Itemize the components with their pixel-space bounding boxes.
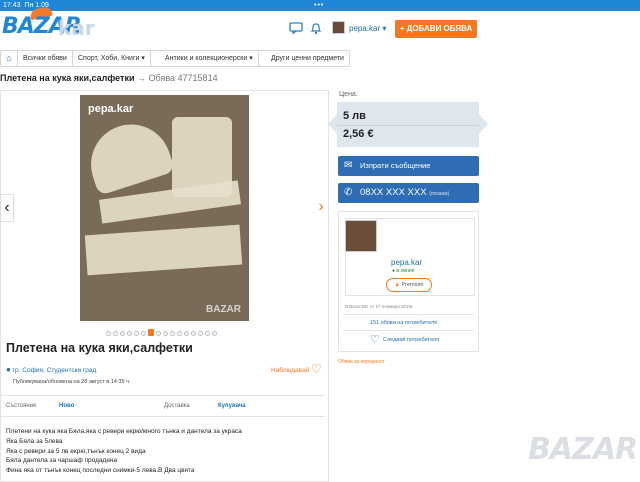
page-title: Плетена на кука яки,салфетки → Обява 477… bbox=[0, 73, 218, 83]
gallery-dot[interactable] bbox=[106, 331, 111, 336]
send-message-label: Изпрати съобщение bbox=[360, 161, 431, 170]
gallery-dot[interactable] bbox=[156, 331, 161, 336]
show-phone-button[interactable]: ✆ 08XX XXX XXX (покажи) bbox=[338, 183, 479, 203]
breadcrumb-all[interactable]: Всички обяви bbox=[18, 51, 73, 66]
prop-condition-label: Състояние bbox=[6, 403, 37, 409]
listing-id: → Обява 47715814 bbox=[137, 73, 218, 83]
gallery-dot-active[interactable] bbox=[148, 329, 154, 336]
title-text: Плетена на кука яки,салфетки bbox=[0, 73, 135, 83]
published-date: Публикувана/обновена на 28 август в 14:3… bbox=[13, 379, 131, 385]
location-text: гр. София, Студентски град bbox=[12, 367, 97, 374]
location[interactable]: ● гр. София, Студентски град bbox=[6, 365, 96, 374]
watch-link[interactable]: Наблюдавай bbox=[271, 367, 309, 374]
gallery-dot[interactable] bbox=[163, 331, 168, 336]
description-line: Фина яка от тънък конец последни снимки-… bbox=[6, 467, 195, 475]
user-avatar[interactable] bbox=[332, 21, 345, 34]
add-listing-button[interactable]: + ДОБАВИ ОБЯВА bbox=[395, 20, 477, 38]
chat-icon[interactable] bbox=[289, 22, 303, 35]
description-line: Плетени на кука яка Бяла,яка с ревери ек… bbox=[6, 428, 242, 435]
gallery-dot[interactable] bbox=[141, 331, 146, 336]
breadcrumb-valuables[interactable]: Други ценни предмети bbox=[266, 51, 349, 66]
send-message-button[interactable]: ✉ Изпрати съобщение bbox=[338, 156, 479, 176]
gallery-dot[interactable] bbox=[170, 331, 175, 336]
seller-divider bbox=[343, 314, 474, 315]
photo-watermark-logo: BAZAR bbox=[206, 304, 241, 315]
seller-name[interactable]: pepa.kar bbox=[391, 258, 422, 267]
description-line: Яка с ревери за 5 лв екрю,тънък конец 2 … bbox=[6, 447, 146, 455]
seller-ads-link[interactable]: 151 обяви на потребителя bbox=[370, 320, 437, 326]
seller-avatar[interactable] bbox=[345, 220, 377, 252]
bell-icon[interactable] bbox=[310, 22, 324, 35]
price-box: 5 лв 2,56 € bbox=[328, 102, 488, 147]
follow-heart-icon[interactable]: ♡ bbox=[370, 333, 380, 346]
breadcrumb-antiques[interactable]: Антики и колекционерски ▾ bbox=[160, 51, 259, 66]
breadcrumb: ⌂ Всички обяви Спорт, Хоби, Книги ▾ Анти… bbox=[0, 50, 350, 67]
location-pin-icon: ● bbox=[6, 365, 11, 374]
user-menu[interactable]: pepa.kar ▾ bbox=[349, 24, 386, 33]
premium-icon: ▲ bbox=[394, 282, 400, 288]
properties-row: Състояние Ново Доставка Купувача bbox=[0, 395, 325, 417]
lace-border-shape bbox=[84, 224, 243, 276]
follow-user-link[interactable]: Следвай потребителя bbox=[383, 337, 439, 343]
gallery-dot[interactable] bbox=[198, 331, 203, 336]
listing-heading: Плетена на кука яки,салфетки bbox=[6, 341, 193, 355]
gallery-dot[interactable] bbox=[134, 331, 139, 336]
premium-label: Premium bbox=[401, 282, 424, 288]
gallery-dot[interactable] bbox=[127, 331, 132, 336]
status-bar: 17:43 Пн 1.09 ••• bbox=[0, 0, 640, 11]
gallery-dot[interactable] bbox=[120, 331, 125, 336]
gallery-dot[interactable] bbox=[205, 331, 210, 336]
gallery-dot[interactable] bbox=[113, 331, 118, 336]
gallery-dots bbox=[106, 323, 219, 336]
photo-watermark-user: pepa.kar bbox=[88, 103, 134, 115]
logo-tail-text: kar bbox=[58, 16, 95, 40]
lace-collar-shape bbox=[80, 114, 176, 196]
phone-icon: ✆ bbox=[344, 187, 353, 198]
prop-delivery-label: Доставка bbox=[164, 403, 190, 409]
description: Плетени на кука яка Бяла,яка с ревери ек… bbox=[6, 427, 242, 476]
gallery-dot[interactable] bbox=[184, 331, 189, 336]
price-notch-right bbox=[479, 114, 488, 134]
price-notch-left bbox=[328, 114, 337, 134]
premium-badge: ▲ Premium bbox=[386, 278, 432, 292]
price-label: Цена: bbox=[339, 91, 358, 98]
prop-delivery-value: Купувача bbox=[218, 403, 246, 409]
bazar-watermark: BAZAR bbox=[528, 432, 638, 467]
site-logo[interactable]: BAZAR kar bbox=[0, 5, 120, 40]
description-line: Бяла дантела за чаршаф продадена bbox=[6, 457, 118, 465]
price-separator bbox=[337, 125, 479, 126]
description-line: Яка Бяла за 5лева bbox=[6, 437, 63, 445]
gallery-dot[interactable] bbox=[212, 331, 217, 336]
price-eur: 2,56 € bbox=[343, 128, 374, 140]
report-link[interactable]: Обява за нередност bbox=[338, 359, 385, 365]
home-icon[interactable]: ⌂ bbox=[1, 51, 18, 66]
envelope-icon: ✉ bbox=[344, 160, 353, 171]
status-dots: ••• bbox=[314, 2, 325, 9]
member-since: В Bazar.BG от 17 ноември 2015г. bbox=[345, 304, 414, 309]
seller-online-status: ● в линия bbox=[392, 268, 415, 274]
phone-number: 08XX XXX XXX bbox=[360, 187, 427, 198]
gallery-dot[interactable] bbox=[177, 331, 182, 336]
phone-show-label: (покажи) bbox=[429, 191, 450, 197]
heart-icon[interactable]: ♡ bbox=[311, 362, 322, 376]
chevron-left-icon[interactable]: ‹ bbox=[0, 194, 14, 222]
price-lv: 5 лв bbox=[343, 110, 366, 122]
seller-divider bbox=[343, 330, 474, 331]
chevron-right-icon[interactable]: › bbox=[314, 194, 328, 222]
listing-photo[interactable]: pepa.kar BAZAR bbox=[80, 95, 249, 321]
status-time: 17:43 bbox=[3, 2, 21, 9]
prop-condition-value: Ново bbox=[59, 403, 75, 409]
gallery-dot[interactable] bbox=[191, 331, 196, 336]
breadcrumb-sport[interactable]: Спорт, Хоби, Книги ▾ bbox=[73, 51, 151, 66]
